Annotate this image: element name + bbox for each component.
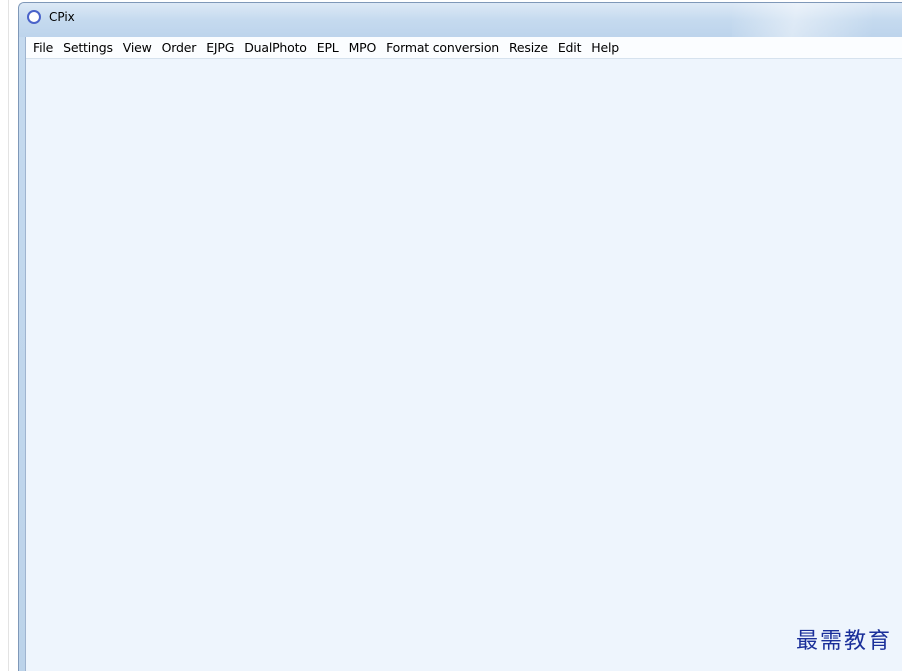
menu-settings[interactable]: Settings bbox=[58, 39, 118, 57]
menu-file[interactable]: File bbox=[28, 39, 58, 57]
outer-divider bbox=[8, 0, 9, 671]
menu-bar: File Settings View Order EJPG DualPhoto … bbox=[26, 37, 902, 59]
window-title: CPix bbox=[49, 10, 75, 24]
watermark-text: 最需教育 bbox=[795, 629, 892, 654]
menu-view[interactable]: View bbox=[118, 39, 157, 57]
menu-dualphoto[interactable]: DualPhoto bbox=[239, 39, 312, 57]
menu-order[interactable]: Order bbox=[157, 39, 202, 57]
menu-help[interactable]: Help bbox=[586, 39, 624, 57]
window-left-frame bbox=[19, 37, 26, 671]
menu-ejpg[interactable]: EJPG bbox=[201, 39, 239, 57]
menu-epl[interactable]: EPL bbox=[312, 39, 344, 57]
menu-mpo[interactable]: MPO bbox=[344, 39, 382, 57]
title-bar-sheen bbox=[732, 3, 872, 37]
menu-edit[interactable]: Edit bbox=[553, 39, 586, 57]
menu-resize[interactable]: Resize bbox=[504, 39, 553, 57]
app-window: CPix File Settings View Order EJPG DualP… bbox=[18, 2, 902, 671]
circle-app-icon[interactable] bbox=[27, 10, 41, 24]
menu-format-conversion[interactable]: Format conversion bbox=[381, 39, 504, 57]
client-area[interactable] bbox=[26, 59, 902, 671]
title-bar[interactable]: CPix bbox=[19, 3, 902, 37]
